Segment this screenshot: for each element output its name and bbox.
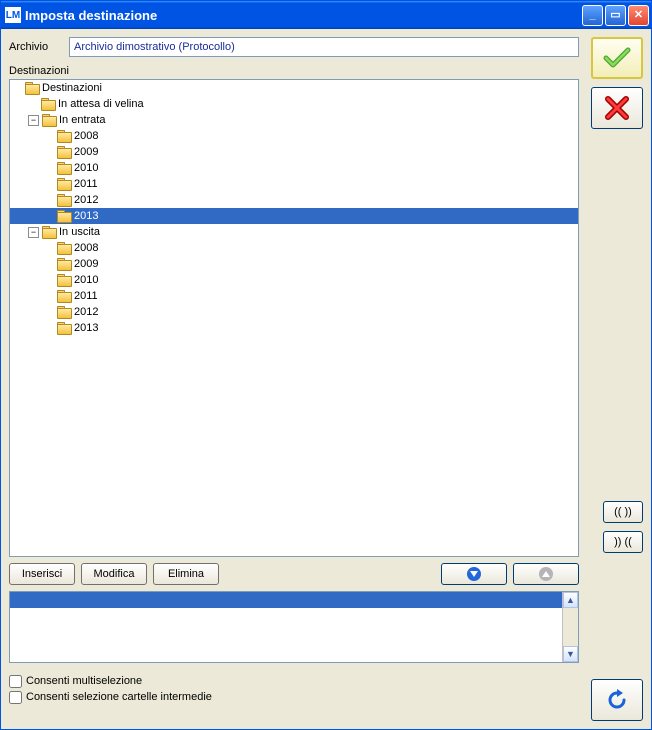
tree-node-label: Destinazioni <box>42 80 102 96</box>
arrow-up-icon <box>539 567 553 581</box>
refresh-button[interactable] <box>591 679 643 721</box>
folder-icon <box>57 194 71 206</box>
tree-node-label: In uscita <box>59 224 100 240</box>
minimize-button[interactable]: _ <box>582 5 603 26</box>
main-column: Archivio Destinazioni DestinazioniIn att… <box>9 37 579 721</box>
titlebar: LM Imposta destinazione _ ▭ ✕ <box>1 1 651 29</box>
folder-icon <box>57 258 71 270</box>
tree-node[interactable]: 2008 <box>10 240 578 256</box>
tree-node[interactable]: 2012 <box>10 304 578 320</box>
tree-node-label: 2011 <box>74 288 98 304</box>
folder-icon <box>57 210 71 222</box>
arrow-down-icon <box>467 567 481 581</box>
insert-button[interactable]: Inserisci <box>9 563 75 585</box>
folder-icon <box>57 290 71 302</box>
tree-node-label: 2009 <box>74 256 98 272</box>
tree-node[interactable]: 2012 <box>10 192 578 208</box>
tree-node-label: 2013 <box>74 320 98 336</box>
tree-node[interactable]: 2009 <box>10 256 578 272</box>
tree-node-label: 2011 <box>74 176 98 192</box>
folder-icon <box>57 242 71 254</box>
folder-icon <box>57 274 71 286</box>
close-button[interactable]: ✕ <box>628 5 649 26</box>
tree-node-label: 2012 <box>74 304 98 320</box>
folder-icon <box>57 322 71 334</box>
move-up-button[interactable] <box>513 563 579 585</box>
check-icon <box>603 46 631 70</box>
tree-node[interactable]: 2011 <box>10 288 578 304</box>
folder-icon <box>57 130 71 142</box>
folder-icon <box>41 98 55 110</box>
window: LM Imposta destinazione _ ▭ ✕ Archivio D… <box>0 0 652 730</box>
tree-node-label: 2010 <box>74 160 98 176</box>
tree-node[interactable]: 2011 <box>10 176 578 192</box>
multiselect-label: Consenti multiselezione <box>26 675 142 687</box>
tree-node[interactable]: − In entrata <box>10 112 578 128</box>
window-title: Imposta destinazione <box>25 8 580 23</box>
folder-icon <box>25 82 39 94</box>
folder-icon <box>57 178 71 190</box>
expand-all-button[interactable]: (( )) <box>603 501 643 523</box>
tree-node[interactable]: − In uscita <box>10 224 578 240</box>
ok-button[interactable] <box>591 37 643 79</box>
cross-icon <box>604 95 630 121</box>
scroll-up-button[interactable]: ▲ <box>563 592 578 608</box>
tree-node[interactable]: Destinazioni <box>10 80 578 96</box>
destinations-tree[interactable]: DestinazioniIn attesa di velina − In entra… <box>9 79 579 557</box>
archivio-label: Archivio <box>9 41 59 53</box>
tree-node-label: 2009 <box>74 144 98 160</box>
multiselect-checkbox-row[interactable]: Consenti multiselezione <box>9 673 579 689</box>
archivio-input[interactable] <box>69 37 579 57</box>
tree-buttons-row: Inserisci Modifica Elimina <box>9 563 579 585</box>
folder-icon <box>57 306 71 318</box>
move-down-button[interactable] <box>441 563 507 585</box>
modify-button[interactable]: Modifica <box>81 563 147 585</box>
multiselect-checkbox[interactable] <box>9 675 22 688</box>
intermediate-label: Consenti selezione cartelle intermedie <box>26 691 212 703</box>
maximize-button[interactable]: ▭ <box>605 5 626 26</box>
selection-scrollbar[interactable]: ▲ ▼ <box>562 592 578 662</box>
folder-icon <box>57 146 71 158</box>
folder-icon <box>57 162 71 174</box>
archivio-row: Archivio <box>9 37 579 57</box>
tree-node-label: In entrata <box>59 112 105 128</box>
refresh-icon <box>604 687 630 713</box>
tree-toggle[interactable]: − <box>28 227 39 238</box>
tree-node-label: 2008 <box>74 240 98 256</box>
options-checks: Consenti multiselezione Consenti selezio… <box>9 673 579 705</box>
tree-node-label: 2008 <box>74 128 98 144</box>
tree-node-label: 2013 <box>74 208 98 224</box>
client-area: Archivio Destinazioni DestinazioniIn att… <box>1 29 651 729</box>
app-icon-text: LM <box>6 10 20 21</box>
collapse-all-button[interactable]: )) (( <box>603 531 643 553</box>
tree-node[interactable]: 2008 <box>10 128 578 144</box>
tree-node[interactable]: 2013 <box>10 208 578 224</box>
tree-toggle[interactable]: − <box>28 115 39 126</box>
tree-node-label: 2012 <box>74 192 98 208</box>
tree-node[interactable]: 2013 <box>10 320 578 336</box>
folder-icon <box>42 114 56 126</box>
tree-node[interactable]: In attesa di velina <box>10 96 578 112</box>
folder-icon <box>42 226 56 238</box>
intermediate-checkbox[interactable] <box>9 691 22 704</box>
destinazioni-label: Destinazioni <box>9 65 579 77</box>
intermediate-checkbox-row[interactable]: Consenti selezione cartelle intermedie <box>9 689 579 705</box>
cancel-button[interactable] <box>591 87 643 129</box>
scroll-down-button[interactable]: ▼ <box>563 646 578 662</box>
tree-node[interactable]: 2010 <box>10 272 578 288</box>
selection-highlight <box>10 592 562 608</box>
app-icon: LM <box>5 7 21 23</box>
side-column: (( )) )) (( <box>587 37 643 721</box>
tree-node-label: In attesa di velina <box>58 96 144 112</box>
tree-node[interactable]: 2010 <box>10 160 578 176</box>
selection-list[interactable]: ▲ ▼ <box>9 591 579 663</box>
tree-node[interactable]: 2009 <box>10 144 578 160</box>
tree-node-label: 2010 <box>74 272 98 288</box>
delete-button[interactable]: Elimina <box>153 563 219 585</box>
